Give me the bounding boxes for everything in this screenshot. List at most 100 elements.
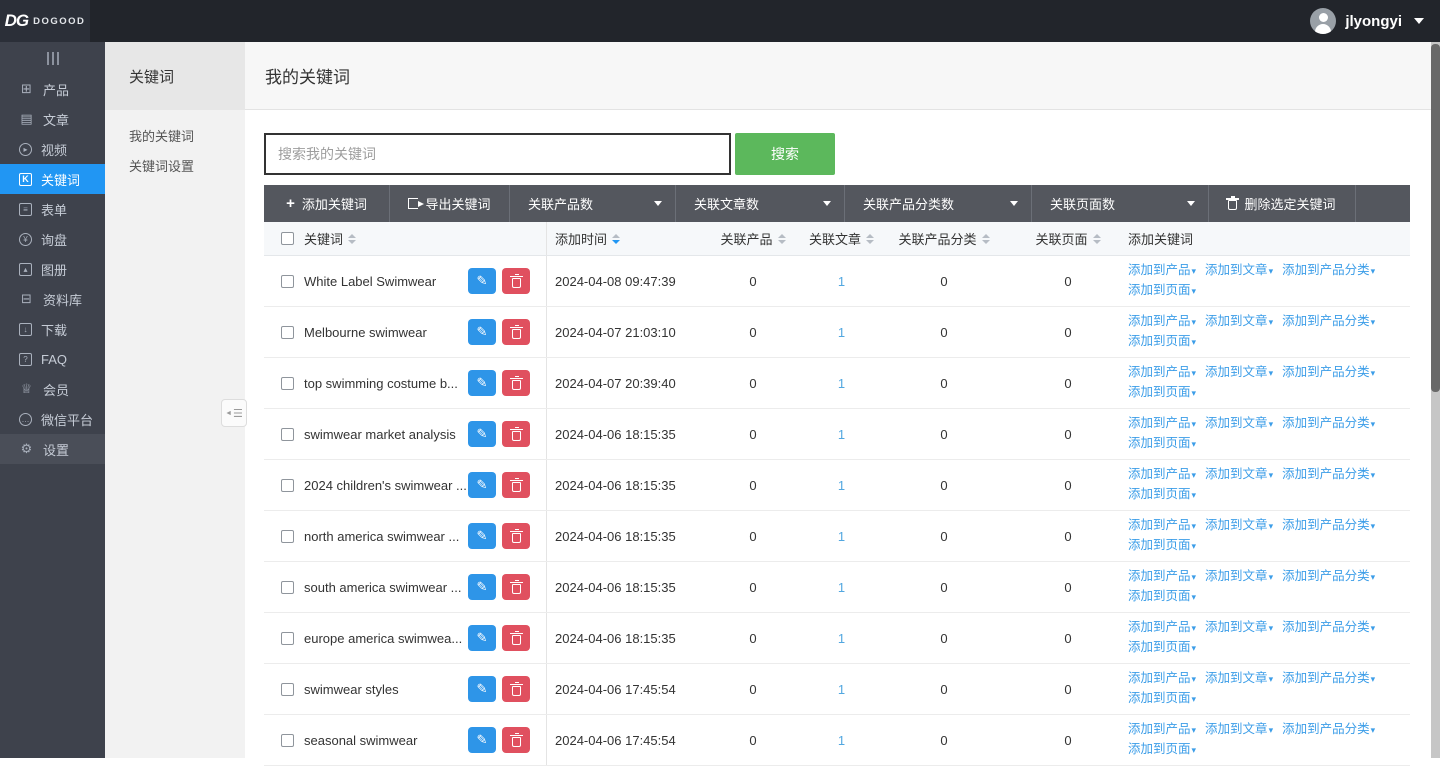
row-checkbox[interactable] xyxy=(281,632,294,645)
sidebar-item-settings[interactable]: ⚙ 设置 xyxy=(0,434,105,464)
edit-keyword-button[interactable]: ✎ xyxy=(468,574,496,600)
sidebar-item-wechat[interactable]: … 微信平台 xyxy=(0,404,105,434)
search-input[interactable] xyxy=(264,133,731,175)
add-to-article-link[interactable]: 添加到文章▾ xyxy=(1205,618,1273,638)
delete-keyword-button[interactable] xyxy=(502,574,530,600)
edit-keyword-button[interactable]: ✎ xyxy=(468,370,496,396)
add-to-article-link[interactable]: 添加到文章▾ xyxy=(1205,414,1273,434)
subside-item-my-keywords[interactable]: 我的关键词 xyxy=(105,120,245,150)
delete-keyword-button[interactable] xyxy=(502,523,530,549)
add-to-product-link[interactable]: 添加到产品▾ xyxy=(1128,720,1196,740)
sidebar-item-videos[interactable]: ▸ 视频 xyxy=(0,134,105,164)
delete-selected-keywords-button[interactable]: 删除选定关键词 xyxy=(1209,185,1356,222)
related-articles-count-link[interactable]: 1 xyxy=(838,427,845,442)
add-to-product-link[interactable]: 添加到产品▾ xyxy=(1128,618,1196,638)
sidebar-item-downloads[interactable]: ↓ 下载 xyxy=(0,314,105,344)
edit-keyword-button[interactable]: ✎ xyxy=(468,676,496,702)
row-checkbox[interactable] xyxy=(281,530,294,543)
add-to-page-link[interactable]: 添加到页面▾ xyxy=(1128,434,1196,454)
edit-keyword-button[interactable]: ✎ xyxy=(468,268,496,294)
related-products-count-dropdown[interactable]: 关联产品数 xyxy=(510,185,676,222)
related-articles-count-link[interactable]: 1 xyxy=(838,529,845,544)
delete-keyword-button[interactable] xyxy=(502,370,530,396)
add-to-page-link[interactable]: 添加到页面▾ xyxy=(1128,281,1196,301)
page-scrollbar[interactable] xyxy=(1431,42,1440,758)
add-keyword-button[interactable]: + 添加关键词 xyxy=(264,185,390,222)
related-articles-count-link[interactable]: 1 xyxy=(838,733,845,748)
add-to-category-link[interactable]: 添加到产品分类▾ xyxy=(1282,669,1375,689)
add-to-page-link[interactable]: 添加到页面▾ xyxy=(1128,638,1196,658)
add-to-category-link[interactable]: 添加到产品分类▾ xyxy=(1282,618,1375,638)
add-to-article-link[interactable]: 添加到文章▾ xyxy=(1205,720,1273,740)
related-articles-count-link[interactable]: 1 xyxy=(838,478,845,493)
related-articles-count-dropdown[interactable]: 关联文章数 xyxy=(676,185,845,222)
header-related-categories[interactable]: 关联产品分类 xyxy=(874,222,1014,255)
add-to-article-link[interactable]: 添加到文章▾ xyxy=(1205,312,1273,332)
delete-keyword-button[interactable] xyxy=(502,625,530,651)
add-to-page-link[interactable]: 添加到页面▾ xyxy=(1128,485,1196,505)
add-to-product-link[interactable]: 添加到产品▾ xyxy=(1128,567,1196,587)
row-checkbox[interactable] xyxy=(281,479,294,492)
sidebar-item-library[interactable]: ⊟ 资料库 xyxy=(0,284,105,314)
header-related-products[interactable]: 关联产品 xyxy=(697,222,809,255)
delete-keyword-button[interactable] xyxy=(502,472,530,498)
related-articles-count-link[interactable]: 1 xyxy=(838,631,845,646)
sidebar-item-keywords[interactable]: K 关键词 xyxy=(0,164,105,194)
related-articles-count-link[interactable]: 1 xyxy=(838,682,845,697)
row-checkbox[interactable] xyxy=(281,326,294,339)
add-to-page-link[interactable]: 添加到页面▾ xyxy=(1128,536,1196,556)
row-checkbox[interactable] xyxy=(281,377,294,390)
sidebar-item-forms[interactable]: ≡ 表单 xyxy=(0,194,105,224)
related-articles-count-link[interactable]: 1 xyxy=(838,325,845,340)
edit-keyword-button[interactable]: ✎ xyxy=(468,472,496,498)
related-articles-count-link[interactable]: 1 xyxy=(838,376,845,391)
header-keyword[interactable]: 关键词 xyxy=(304,222,547,255)
add-to-article-link[interactable]: 添加到文章▾ xyxy=(1205,261,1273,281)
row-checkbox[interactable] xyxy=(281,581,294,594)
related-articles-count-link[interactable]: 1 xyxy=(838,274,845,289)
add-to-category-link[interactable]: 添加到产品分类▾ xyxy=(1282,516,1375,536)
add-to-category-link[interactable]: 添加到产品分类▾ xyxy=(1282,414,1375,434)
add-to-product-link[interactable]: 添加到产品▾ xyxy=(1128,669,1196,689)
add-to-product-link[interactable]: 添加到产品▾ xyxy=(1128,414,1196,434)
panel-collapse-toggle-button[interactable]: ◄ ☰ xyxy=(221,399,247,427)
delete-keyword-button[interactable] xyxy=(502,268,530,294)
add-to-category-link[interactable]: 添加到产品分类▾ xyxy=(1282,363,1375,383)
add-to-product-link[interactable]: 添加到产品▾ xyxy=(1128,465,1196,485)
add-to-category-link[interactable]: 添加到产品分类▾ xyxy=(1282,261,1375,281)
add-to-product-link[interactable]: 添加到产品▾ xyxy=(1128,516,1196,536)
delete-keyword-button[interactable] xyxy=(502,727,530,753)
sidebar-item-albums[interactable]: ▴ 图册 xyxy=(0,254,105,284)
export-keywords-button[interactable]: 导出关键词 xyxy=(390,185,510,222)
row-checkbox[interactable] xyxy=(281,428,294,441)
add-to-product-link[interactable]: 添加到产品▾ xyxy=(1128,312,1196,332)
sidebar-item-products[interactable]: ⊞ 产品 xyxy=(0,74,105,104)
add-to-article-link[interactable]: 添加到文章▾ xyxy=(1205,669,1273,689)
add-to-article-link[interactable]: 添加到文章▾ xyxy=(1205,516,1273,536)
row-checkbox[interactable] xyxy=(281,734,294,747)
header-related-pages[interactable]: 关联页面 xyxy=(1014,222,1122,255)
edit-keyword-button[interactable]: ✎ xyxy=(468,523,496,549)
edit-keyword-button[interactable]: ✎ xyxy=(468,319,496,345)
row-checkbox[interactable] xyxy=(281,683,294,696)
add-to-category-link[interactable]: 添加到产品分类▾ xyxy=(1282,465,1375,485)
add-to-product-link[interactable]: 添加到产品▾ xyxy=(1128,261,1196,281)
add-to-category-link[interactable]: 添加到产品分类▾ xyxy=(1282,720,1375,740)
subside-item-keyword-settings[interactable]: 关键词设置 xyxy=(105,150,245,180)
header-added-time[interactable]: 添加时间 xyxy=(547,222,697,255)
add-to-category-link[interactable]: 添加到产品分类▾ xyxy=(1282,567,1375,587)
delete-keyword-button[interactable] xyxy=(502,676,530,702)
user-menu[interactable]: jlyongyi xyxy=(1310,0,1440,42)
header-related-articles[interactable]: 关联文章 xyxy=(809,222,874,255)
add-to-page-link[interactable]: 添加到页面▾ xyxy=(1128,332,1196,352)
related-articles-count-link[interactable]: 1 xyxy=(838,580,845,595)
add-to-product-link[interactable]: 添加到产品▾ xyxy=(1128,363,1196,383)
add-to-page-link[interactable]: 添加到页面▾ xyxy=(1128,587,1196,607)
add-to-article-link[interactable]: 添加到文章▾ xyxy=(1205,567,1273,587)
row-checkbox[interactable] xyxy=(281,275,294,288)
add-to-page-link[interactable]: 添加到页面▾ xyxy=(1128,740,1196,760)
search-button[interactable]: 搜索 xyxy=(735,133,835,175)
delete-keyword-button[interactable] xyxy=(502,319,530,345)
related-pages-count-dropdown[interactable]: 关联页面数 xyxy=(1032,185,1209,222)
edit-keyword-button[interactable]: ✎ xyxy=(468,727,496,753)
